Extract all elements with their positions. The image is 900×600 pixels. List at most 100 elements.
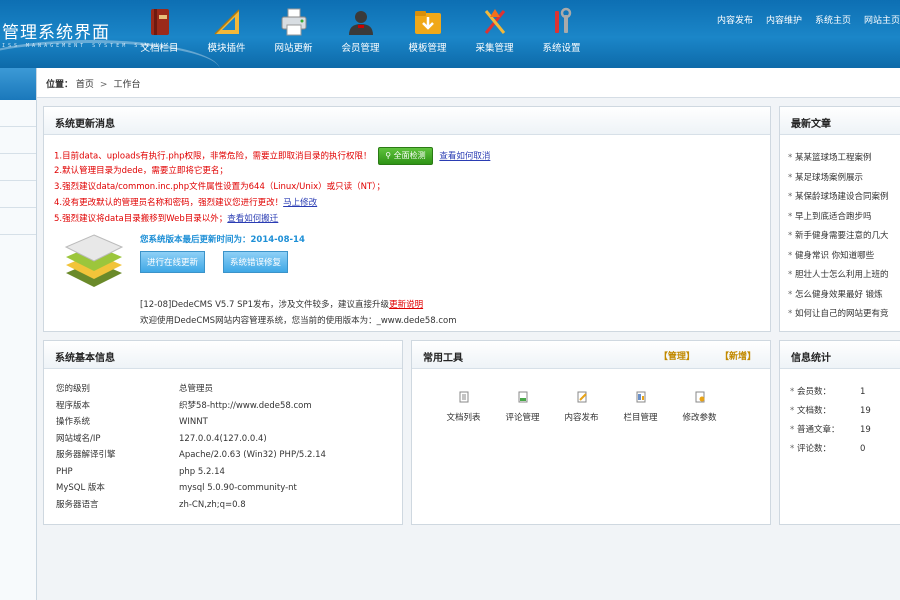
warning-item: 2.默认管理目录为dede，需要立即将它更名； bbox=[54, 163, 754, 179]
stat-key: 会员数： bbox=[790, 383, 860, 402]
tool-comment-management[interactable]: 评论管理 bbox=[493, 391, 552, 423]
book-icon bbox=[150, 9, 169, 35]
breadcrumb: 位置： 首页 > 工作台 bbox=[37, 68, 900, 98]
link-content-publish[interactable]: 内容发布 bbox=[717, 13, 753, 26]
news-lines: [12-08]DedeCMS V5.7 SP1发布，涉及文件较多，建议直接升级更… bbox=[140, 297, 457, 329]
wrench-icon bbox=[554, 7, 571, 33]
article-link[interactable]: 某保龄球场建设合同案例 bbox=[788, 188, 889, 208]
full-check-label: 全面检测 bbox=[393, 151, 426, 160]
info-value: 127.0.0.4(127.0.0.4) bbox=[179, 433, 267, 444]
panel-title: 系统更新消息 bbox=[44, 107, 770, 135]
left-sidebar bbox=[0, 68, 37, 600]
sidebar-item[interactable] bbox=[0, 154, 36, 181]
nav-module-plugins[interactable]: 模块插件 bbox=[193, 0, 260, 68]
latest-list: 某某篮球场工程案例 某足球场案例展示 某保龄球场建设合同案例 早上到底适合跑步吗… bbox=[788, 149, 889, 325]
news-line: 欢迎使用DedeCMS网站内容管理系统，您当前的使用版本为：_www.dede5… bbox=[140, 316, 457, 326]
nav-label: 模板管理 bbox=[408, 43, 447, 54]
panel-title: 信息统计 bbox=[780, 341, 900, 369]
article-link[interactable]: 某某篮球场工程案例 bbox=[788, 149, 888, 169]
stat-key: 普通文章： bbox=[790, 421, 860, 440]
comment-icon bbox=[518, 391, 527, 403]
info-row: 服务器解译引擎 Apache/2.0.63 (Win32) PHP/5.2.14 bbox=[56, 447, 326, 464]
stat-key: 文档数： bbox=[790, 402, 860, 421]
breadcrumb-home[interactable]: 首页 bbox=[76, 80, 94, 90]
warning-item: 1.目前data、uploads有执行.php权限，非常危险，需要立即取消目录的… bbox=[54, 147, 754, 165]
info-key: 操作系统 bbox=[56, 417, 91, 427]
breadcrumb-separator: > bbox=[99, 80, 108, 90]
info-value: php 5.2.14 bbox=[179, 466, 225, 477]
info-row: PHP php 5.2.14 bbox=[56, 464, 326, 481]
info-value: 织梦58-http://www.dede58.com bbox=[179, 400, 312, 411]
stat-value: 19 bbox=[860, 406, 871, 416]
article-link[interactable]: 胆壮人士怎么利用上班的 bbox=[788, 266, 889, 286]
sidebar-item[interactable] bbox=[0, 100, 36, 127]
tool-label: 文档列表 bbox=[446, 413, 481, 423]
info-value: 总管理员 bbox=[179, 384, 214, 394]
cancel-permission-link[interactable]: 查看如何取消 bbox=[439, 152, 490, 162]
sidebar-tab[interactable] bbox=[0, 68, 36, 100]
article-link[interactable]: 怎么健身效果最好 锻炼 bbox=[788, 286, 888, 306]
warning-text: 2.默认管理目录为dede，需要立即将它更名； bbox=[54, 166, 228, 176]
column-icon bbox=[636, 391, 645, 403]
nav-label: 会员管理 bbox=[341, 43, 380, 54]
info-row: 程序版本 织梦58-http://www.dede58.com bbox=[56, 398, 326, 415]
info-row: 网站域名/IP 127.0.0.4(127.0.0.4) bbox=[56, 431, 326, 448]
update-notes-link[interactable]: 更新说明 bbox=[389, 300, 423, 310]
breadcrumb-prefix: 位置： bbox=[46, 80, 74, 90]
info-value: Apache/2.0.63 (Win32) PHP/5.2.14 bbox=[179, 450, 326, 460]
panel-title: 系统基本信息 bbox=[44, 341, 402, 369]
warning-item: 5.强烈建议将data目录搬移到Web目录以外；查看如何搬迁 bbox=[54, 211, 754, 227]
panel-title: 常用工具 bbox=[423, 353, 463, 364]
full-check-button[interactable]: ⚲ 全面检测 bbox=[378, 147, 433, 165]
article-link[interactable]: 某足球场案例展示 bbox=[788, 169, 888, 189]
nav-site-update[interactable]: 网站更新 bbox=[260, 0, 327, 68]
sidebar-item[interactable] bbox=[0, 181, 36, 208]
link-content-maintain[interactable]: 内容维护 bbox=[766, 13, 802, 26]
sidebar-item[interactable] bbox=[0, 208, 36, 235]
error-repair-button[interactable]: 系统错误修复 bbox=[223, 251, 289, 273]
online-update-button[interactable]: 进行在线更新 bbox=[140, 251, 206, 273]
move-directory-link[interactable]: 查看如何搬迁 bbox=[227, 214, 278, 224]
tool-content-publish[interactable]: 内容发布 bbox=[552, 391, 611, 423]
stat-key: 评论数： bbox=[790, 440, 860, 459]
add-link[interactable]: 【新增】 bbox=[720, 352, 756, 362]
tools-icon bbox=[484, 9, 505, 34]
top-header: 管理系统界面 ISS MANAGEMENT SYSTEM SSC 文档栏目 模块… bbox=[0, 0, 900, 68]
nav-collection-management[interactable]: 采集管理 bbox=[461, 0, 528, 68]
main-nav: 文档栏目 模块插件 网站更新 会员管理 模板管理 采集管理 系统设置 bbox=[126, 0, 595, 68]
tool-column-management[interactable]: 栏目管理 bbox=[611, 391, 670, 423]
update-time-text: 您系统版本最后更新时间为：2014-08-14 bbox=[140, 235, 305, 245]
manage-link[interactable]: 【管理】 bbox=[659, 352, 695, 362]
info-stats-panel: 信息统计 会员数：1 文档数：19 普通文章：19 评论数：0 bbox=[779, 340, 900, 525]
document-icon bbox=[459, 391, 468, 403]
nav-system-settings[interactable]: 系统设置 bbox=[528, 0, 595, 68]
link-system-home[interactable]: 系统主页 bbox=[815, 13, 851, 26]
info-value: WINNT bbox=[179, 417, 208, 427]
article-link[interactable]: 新手健身需要注意的几大 bbox=[788, 227, 889, 247]
warning-list: 1.目前data、uploads有执行.php权限，非常危险，需要立即取消目录的… bbox=[54, 147, 754, 227]
info-key: 服务器解译引擎 bbox=[56, 450, 116, 460]
layers-icon bbox=[64, 234, 124, 287]
info-key: MySQL 版本 bbox=[56, 483, 105, 493]
tool-modify-params[interactable]: 修改参数 bbox=[670, 391, 729, 423]
info-row: 操作系统 WINNT bbox=[56, 414, 326, 431]
article-link[interactable]: 健身常识 你知道哪些 bbox=[788, 247, 888, 267]
article-link[interactable]: 如何让自己的网站更有竞 bbox=[788, 305, 889, 325]
nav-label: 采集管理 bbox=[475, 43, 514, 54]
nav-document-columns[interactable]: 文档栏目 bbox=[126, 0, 193, 68]
sidebar-item[interactable] bbox=[0, 127, 36, 154]
ruler-icon bbox=[213, 9, 240, 35]
tool-document-list[interactable]: 文档列表 bbox=[434, 391, 493, 423]
tool-label: 内容发布 bbox=[564, 413, 599, 423]
link-site-home[interactable]: 网站主页 bbox=[864, 13, 900, 26]
modify-now-link[interactable]: 马上修改 bbox=[283, 198, 317, 208]
stat-row: 普通文章：19 bbox=[790, 421, 871, 440]
article-link[interactable]: 早上到底适合跑步吗 bbox=[788, 208, 888, 228]
folder-download-icon bbox=[414, 11, 441, 34]
nav-template-management[interactable]: 模板管理 bbox=[394, 0, 461, 68]
nav-member-management[interactable]: 会员管理 bbox=[327, 0, 394, 68]
warning-text: 4.没有更改默认的管理员名称和密码，强烈建议您进行更改！ bbox=[54, 198, 284, 208]
nav-label: 系统设置 bbox=[542, 43, 581, 54]
user-icon bbox=[348, 11, 373, 35]
warning-text: 1.目前data、uploads有执行.php权限，非常危险，需要立即取消目录的… bbox=[54, 151, 372, 162]
